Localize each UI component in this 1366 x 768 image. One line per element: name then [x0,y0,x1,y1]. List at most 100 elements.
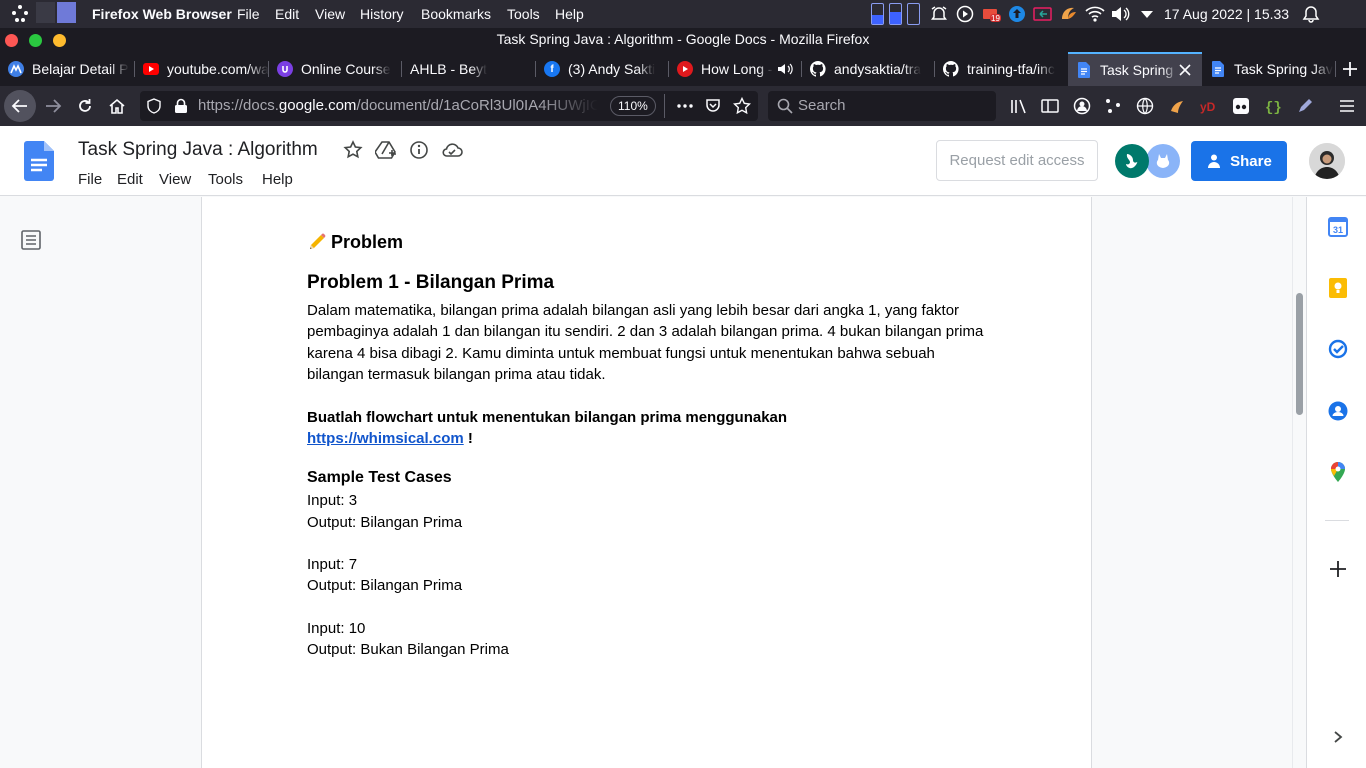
keep-icon[interactable] [1326,276,1350,300]
tab-task-spring-2[interactable]: Task Spring Jav [1202,52,1336,86]
tab-task-spring-active[interactable]: Task Spring [1068,52,1202,86]
calendar-icon[interactable]: 31 [1326,215,1350,239]
tab-youtube[interactable]: youtube.com/wa [135,52,269,86]
workspace-2[interactable] [57,2,76,23]
dropdown-icon[interactable] [1137,4,1157,24]
window-titlebar[interactable]: Task Spring Java : Algorithm - Google Do… [0,28,1366,52]
json-extension-icon[interactable]: {} [1257,90,1289,122]
pocket-icon[interactable] [705,98,721,114]
scrollbar-thumb[interactable] [1296,293,1303,415]
menu-tools[interactable]: Tools [507,6,540,22]
account-avatar-icon[interactable] [1309,143,1345,179]
url-domain: google.com [278,97,357,114]
maps-icon[interactable] [1326,460,1350,484]
menu-file[interactable]: File [237,6,260,22]
memory-meter[interactable] [889,3,902,25]
whimsical-link[interactable]: https://whimsical.com [307,430,464,447]
tab-belajar[interactable]: Belajar Detail P [0,52,135,86]
cpu-meter[interactable] [871,3,884,25]
back-button[interactable] [4,90,36,122]
app-name[interactable]: Firefox Web Browser [92,6,232,22]
site-info-icon[interactable] [146,98,162,114]
upload-icon[interactable] [1007,4,1027,24]
url-bar[interactable]: https://docs.google.com/document/d/1aCoR… [140,91,758,121]
swap-meter[interactable] [907,3,920,25]
contacts-icon[interactable] [1326,399,1350,423]
reload-button[interactable] [69,90,101,122]
volume-icon[interactable] [1110,4,1130,24]
tab-facebook[interactable]: f (3) Andy Sakti [536,52,669,86]
tab-online-course[interactable]: Online Course [269,52,402,86]
viewer-avatar-icon[interactable] [1146,144,1180,178]
details-icon[interactable] [409,140,429,160]
menu-history[interactable]: History [360,6,404,22]
request-edit-access-button[interactable]: Request edit access [936,140,1098,181]
close-tab-icon[interactable] [1178,63,1192,77]
document-editor[interactable]: Problem Problem 1 - Bilangan Prima Dalam… [0,197,1305,768]
extension-dots-icon[interactable] [1097,90,1129,122]
library-icon[interactable] [1003,90,1035,122]
docs-menu-edit[interactable]: Edit [117,171,143,188]
search-input[interactable]: Search [798,97,846,114]
vertical-scrollbar[interactable] [1292,197,1305,768]
page-actions-icon[interactable] [676,99,694,113]
tasks-icon[interactable] [1326,337,1350,361]
music-icon [677,61,693,77]
tab-ahlb[interactable]: AHLB - Beyt [402,52,536,86]
tab-training-tfa[interactable]: training-tfa/inc [935,52,1068,86]
zoom-indicator[interactable]: 110% [610,96,656,116]
tab-how-long[interactable]: How Long - [669,52,802,86]
docs-logo-icon[interactable] [24,141,54,181]
play-icon[interactable] [955,4,975,24]
notification-icon[interactable] [1301,4,1321,24]
croissant-icon[interactable] [1059,4,1079,24]
menu-help[interactable]: Help [555,6,584,22]
github-icon [943,61,959,77]
docs-menu-tools[interactable]: Tools [208,171,243,188]
tab-andysaktia[interactable]: andysaktia/tra [802,52,935,86]
forward-button[interactable] [37,90,69,122]
home-button[interactable] [101,90,133,122]
wifi-icon[interactable] [1085,4,1105,24]
docs-menu-file[interactable]: File [78,171,102,188]
star-icon[interactable] [343,140,363,160]
battery-icon[interactable] [1033,4,1053,24]
sidebar-toggle-icon[interactable] [1034,90,1066,122]
globe-icon[interactable] [1129,90,1161,122]
share-label: Share [1230,152,1272,170]
menu-bookmarks[interactable]: Bookmarks [421,6,491,22]
new-tab-button[interactable] [1334,53,1366,85]
docs-menu-help[interactable]: Help [262,171,293,188]
reader-extension-icon[interactable] [1225,90,1257,122]
workspace-1[interactable] [36,2,55,23]
viewer-avatar-icon[interactable] [1115,144,1149,178]
alarm-icon[interactable] [929,4,949,24]
add-icon[interactable] [1326,557,1350,581]
url-text[interactable]: https://docs.google.com/document/d/1aCoR… [198,97,598,114]
mail-icon[interactable]: 19 [981,4,1001,24]
document-title[interactable]: Task Spring Java : Algorithm [78,139,318,161]
menu-edit[interactable]: Edit [275,6,299,22]
share-button[interactable]: Share [1191,141,1287,181]
ytd-extension-icon[interactable]: yD [1193,90,1225,122]
docs-menu-view[interactable]: View [159,171,191,188]
account-icon[interactable] [1066,90,1098,122]
document-outline-icon[interactable] [19,228,43,252]
sleep-extension-icon[interactable] [1161,90,1193,122]
sample-output: Output: Bilangan Prima [307,577,463,595]
document-page[interactable]: Problem Problem 1 - Bilangan Prima Dalam… [201,197,1092,768]
expand-icon[interactable] [1326,725,1350,749]
clock[interactable]: 17 Aug 2022 | 15.33 [1164,6,1289,22]
search-bar[interactable]: Search [768,91,996,121]
pen-extension-icon[interactable] [1289,90,1321,122]
hamburger-menu-icon[interactable] [1331,90,1363,122]
document-body[interactable]: Problem Problem 1 - Bilangan Prima Dalam… [307,227,997,660]
menu-view[interactable]: View [315,6,345,22]
bookmark-star-icon[interactable] [733,97,751,115]
launcher-icon[interactable] [10,0,30,28]
add-to-drive-icon[interactable] [375,139,397,161]
speaker-icon[interactable] [777,62,793,76]
lock-icon[interactable] [174,98,188,114]
cloud-status-icon[interactable] [441,140,463,160]
